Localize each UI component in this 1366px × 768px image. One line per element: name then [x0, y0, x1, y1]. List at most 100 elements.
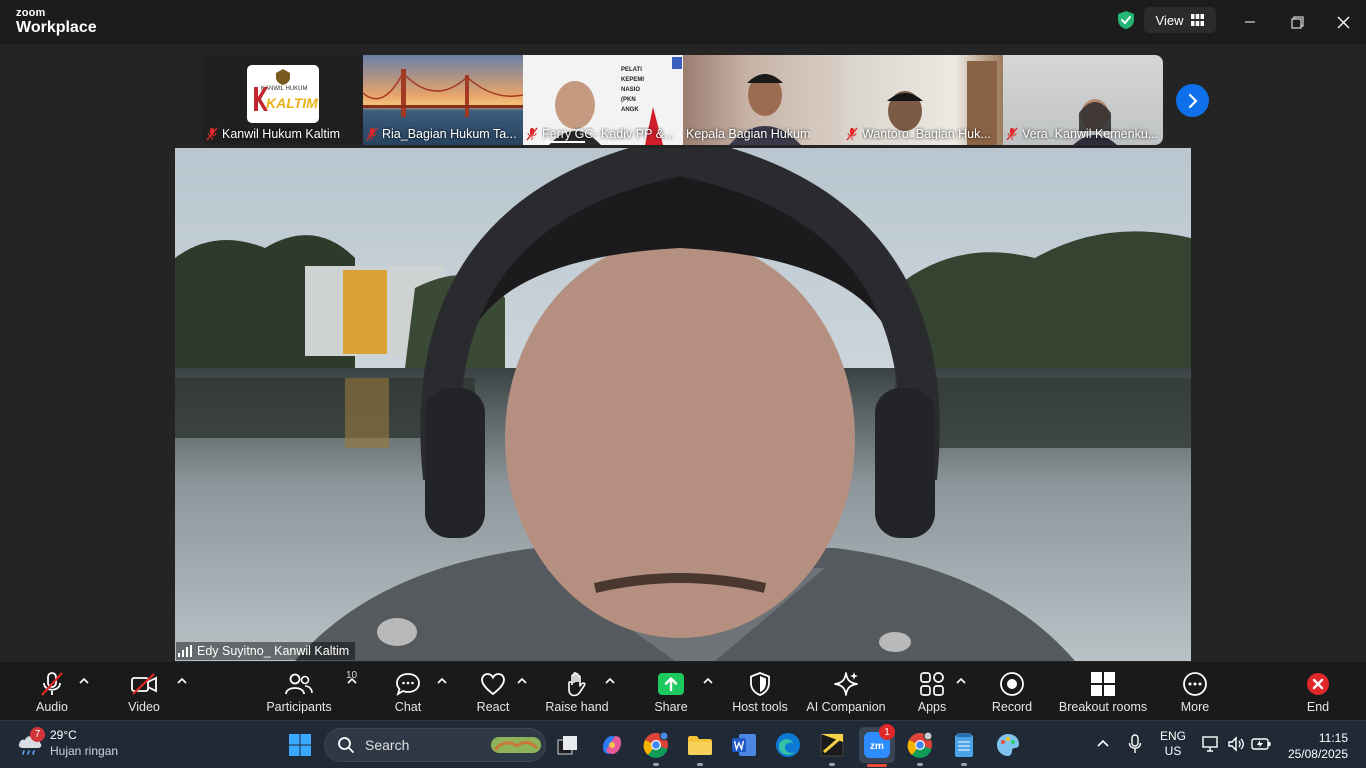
chevron-up-icon[interactable] — [1096, 738, 1110, 748]
edge-app[interactable] — [773, 730, 803, 760]
title-bar: zoom Workplace View — [0, 0, 1366, 44]
end-call-icon — [1307, 673, 1329, 695]
main-speaker-video[interactable] — [175, 148, 1191, 661]
chrome-app[interactable] — [905, 730, 935, 766]
system-clock[interactable]: 11:15 25/08/2025 — [1284, 730, 1348, 762]
keyboard-region: US — [1164, 744, 1182, 758]
host-tools-button[interactable]: Host tools — [715, 670, 805, 714]
file-explorer-app[interactable] — [685, 730, 715, 766]
video-options-caret[interactable] — [175, 676, 189, 686]
participants-options-caret[interactable] — [345, 676, 359, 686]
react-label: React — [476, 700, 510, 714]
chat-options-caret[interactable] — [435, 676, 449, 686]
react-options-caret[interactable] — [515, 676, 529, 686]
thumbnail-strip: KANWIL HUKUM KALTIM Kanwil Hukum Kaltim … — [203, 55, 1163, 145]
chrome-icon — [643, 731, 669, 758]
end-meeting-button[interactable]: End — [1273, 670, 1363, 714]
windows-start-icon[interactable] — [288, 733, 312, 757]
temperature: 29°C — [50, 728, 77, 742]
mic-muted-icon — [366, 127, 378, 141]
participant-name: Ria_Bagian Hukum Ta... — [382, 127, 517, 141]
participant-name: Ferry GC- Kadiv PP &... — [542, 127, 675, 141]
search-icon — [338, 737, 354, 753]
share-label: Share — [654, 700, 688, 714]
participant-thumbnail[interactable]: Kepala Bagian Hukum — [683, 55, 843, 145]
raise-hand-label: Raise hand — [545, 700, 609, 714]
chrome-profile-app[interactable] — [641, 730, 671, 766]
folder-icon — [688, 736, 712, 755]
participant-thumbnail[interactable]: KANWIL HUKUM KALTIM Kanwil Hukum Kaltim — [203, 55, 363, 145]
participant-name: Vera_Kanwil Kemenku... — [1022, 127, 1159, 141]
ai-companion-label: AI Companion — [806, 700, 886, 714]
language-code: ENG — [1160, 729, 1187, 743]
chat-icon — [396, 673, 420, 696]
raise-hand-options-caret[interactable] — [603, 676, 617, 686]
minimize-icon — [1245, 21, 1255, 23]
emblem-icon — [276, 69, 290, 85]
language-indicator[interactable]: ENG US — [1160, 729, 1186, 759]
notepad-app[interactable] — [949, 730, 979, 766]
zoom-notification-badge: 1 — [879, 724, 895, 740]
participant-thumbnail[interactable]: PELATI KEPEMI NASIO (PKN ANGK Ferry GC- … — [523, 55, 683, 145]
paint-app[interactable] — [993, 730, 1023, 760]
task-view-app[interactable] — [553, 730, 583, 760]
chevron-right-icon — [1188, 93, 1197, 108]
video-off-icon — [131, 673, 157, 695]
next-page-button[interactable] — [1176, 84, 1209, 117]
word-app[interactable] — [729, 730, 759, 760]
copilot-app[interactable] — [597, 730, 627, 760]
weather-alert-badge: 7 — [30, 727, 45, 742]
edge-icon — [776, 733, 800, 757]
participant-thumbnail[interactable]: Ria_Bagian Hukum Ta... — [363, 55, 523, 145]
participant-name: Kepala Bagian Hukum — [686, 127, 811, 141]
participant-name: Kanwil Hukum Kaltim — [222, 127, 341, 141]
mic-muted-icon — [41, 672, 63, 696]
participant-thumbnail[interactable]: Vera_Kanwil Kemenku... — [1003, 55, 1163, 145]
speaker-name: Edy Suyitno_ Kanwil Kaltim — [197, 644, 350, 658]
participants-label: Participants — [266, 700, 332, 714]
meeting-stage: KANWIL HUKUM KALTIM Kanwil Hukum Kaltim … — [0, 44, 1366, 662]
host-tools-label: Host tools — [732, 700, 788, 714]
ai-companion-button[interactable]: AI Companion — [801, 670, 891, 714]
more-icon — [1183, 672, 1207, 696]
restore-button[interactable] — [1285, 10, 1309, 34]
apps-label: Apps — [917, 700, 947, 714]
weather-condition: Hujan ringan — [50, 744, 119, 758]
clock-date: 25/08/2025 — [1287, 747, 1348, 761]
sparkle-icon — [834, 672, 858, 696]
shield-icon — [750, 672, 770, 696]
minimize-button[interactable] — [1238, 10, 1262, 34]
active-speaker-indicator — [545, 141, 585, 143]
zoom-app[interactable]: zm 1 — [859, 724, 895, 767]
sticky-notes-app[interactable] — [817, 730, 847, 766]
close-button[interactable] — [1331, 10, 1355, 34]
participant-thumbnail[interactable]: Wantoro_Bagian Huk... — [843, 55, 1003, 145]
breakout-rooms-label: Breakout rooms — [1058, 700, 1148, 714]
view-button[interactable]: View — [1144, 7, 1216, 33]
hand-icon — [568, 672, 586, 697]
mic-muted-icon — [846, 127, 858, 141]
clock-time: 11:15 — [1318, 731, 1348, 745]
more-button[interactable]: More — [1150, 670, 1240, 714]
heart-icon — [481, 673, 505, 696]
volume-icon[interactable] — [1227, 735, 1245, 753]
participants-icon — [285, 673, 313, 695]
audio-label: Audio — [36, 700, 68, 714]
mic-muted-icon — [526, 127, 538, 141]
share-screen-icon — [658, 673, 684, 695]
network-icon[interactable] — [1202, 735, 1220, 753]
weather-widget[interactable]: 7 29°C Hujan ringan — [16, 727, 118, 759]
microphone-icon[interactable] — [1128, 734, 1142, 754]
record-button[interactable]: Record — [967, 670, 1057, 714]
apps-options-caret[interactable] — [954, 676, 968, 686]
brand-zoom: zoom — [16, 7, 46, 19]
share-options-caret[interactable] — [701, 676, 715, 686]
breakout-rooms-button[interactable]: Breakout rooms — [1058, 670, 1148, 714]
battery-icon[interactable] — [1251, 736, 1271, 752]
taskbar-search-box[interactable]: Search — [324, 728, 546, 762]
audio-options-caret[interactable] — [77, 676, 91, 686]
speaker-video-image — [175, 148, 1191, 661]
end-label: End — [1306, 700, 1330, 714]
encryption-shield-icon[interactable] — [1116, 10, 1136, 30]
participants-button[interactable]: 10 Participants — [254, 670, 357, 714]
